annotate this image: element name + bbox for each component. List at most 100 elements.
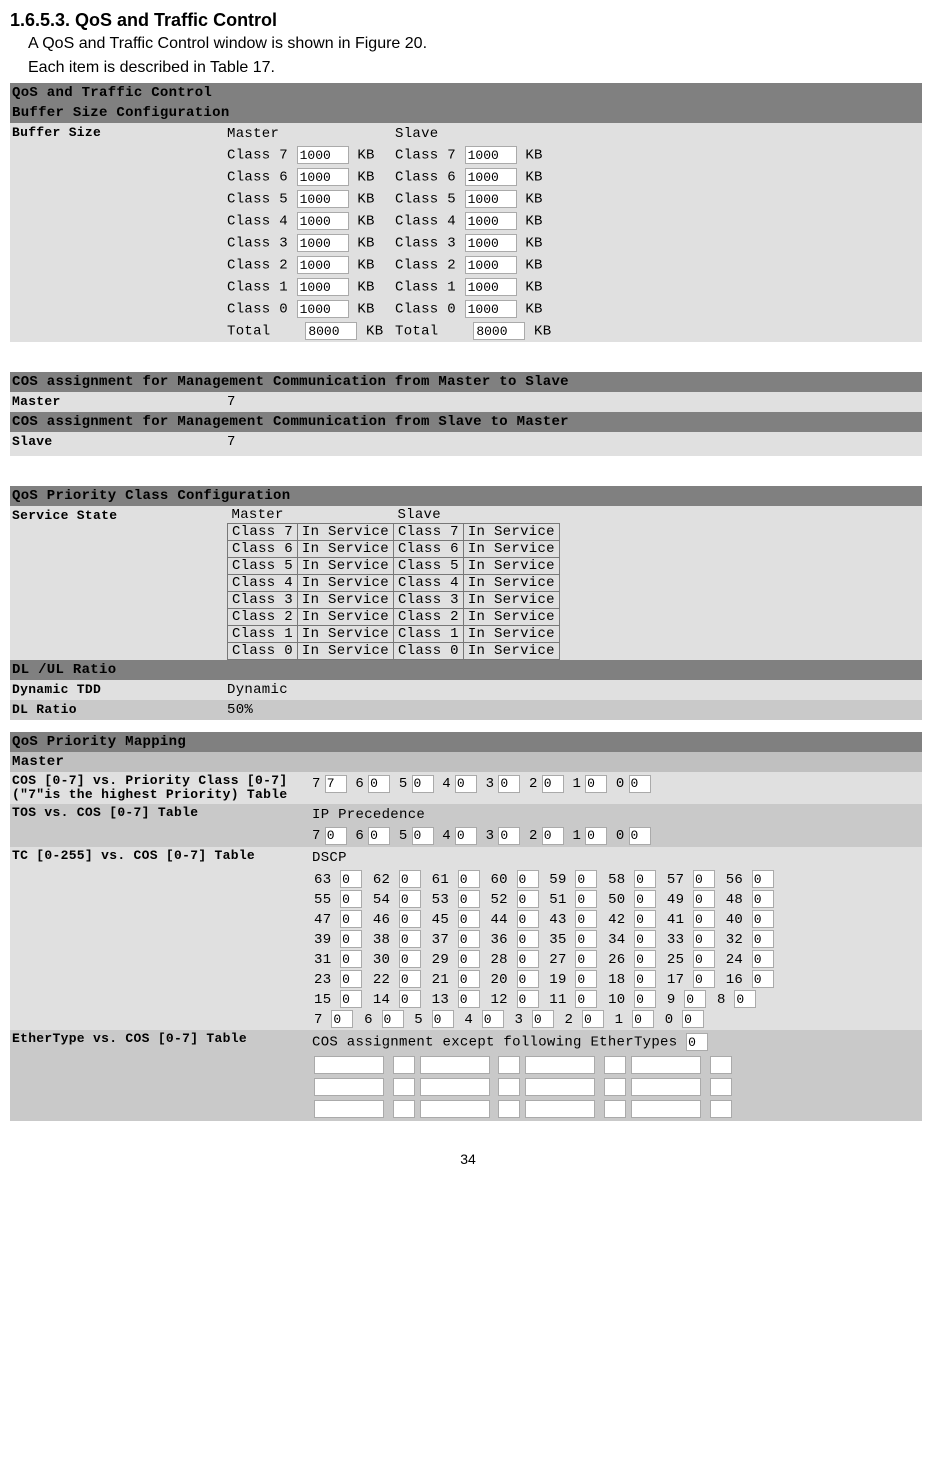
ethertype-hex-0-2[interactable] — [525, 1056, 595, 1074]
dscp-input-9[interactable] — [684, 990, 706, 1008]
dscp-input-60[interactable] — [517, 870, 539, 888]
dscp-input-58[interactable] — [634, 870, 656, 888]
buffer-master-class-1[interactable] — [297, 278, 349, 296]
dscp-input-28[interactable] — [517, 950, 539, 968]
dscp-input-35[interactable] — [575, 930, 597, 948]
ethertype-hex-2-0[interactable] — [314, 1100, 384, 1118]
dscp-input-15[interactable] — [340, 990, 362, 1008]
dscp-input-56[interactable] — [752, 870, 774, 888]
dscp-input-63[interactable] — [340, 870, 362, 888]
dscp-input-38[interactable] — [399, 930, 421, 948]
buffer-master-class-4[interactable] — [297, 212, 349, 230]
buffer-slave-class-7[interactable] — [465, 146, 517, 164]
dscp-input-45[interactable] — [458, 910, 480, 928]
dscp-input-19[interactable] — [575, 970, 597, 988]
tos-cos-input-0[interactable] — [629, 827, 651, 845]
cos-prio-input-0[interactable] — [629, 775, 651, 793]
buffer-slave-class-4[interactable] — [465, 212, 517, 230]
ethertype-cos-0-0[interactable] — [393, 1056, 415, 1074]
tos-cos-input-2[interactable] — [542, 827, 564, 845]
cos-prio-input-6[interactable] — [368, 775, 390, 793]
dscp-input-46[interactable] — [399, 910, 421, 928]
dscp-input-52[interactable] — [517, 890, 539, 908]
ethertype-hex-2-1[interactable] — [420, 1100, 490, 1118]
ethertype-hex-1-1[interactable] — [420, 1078, 490, 1096]
dscp-input-36[interactable] — [517, 930, 539, 948]
dscp-input-33[interactable] — [693, 930, 715, 948]
ethertype-cos-2-0[interactable] — [393, 1100, 415, 1118]
cos-prio-input-1[interactable] — [585, 775, 607, 793]
dscp-input-20[interactable] — [517, 970, 539, 988]
dscp-input-2[interactable] — [582, 1010, 604, 1028]
ethertype-cos-1-2[interactable] — [604, 1078, 626, 1096]
buffer-master-class-7[interactable] — [297, 146, 349, 164]
ethertype-cos-1-3[interactable] — [710, 1078, 732, 1096]
ethertype-hex-2-3[interactable] — [631, 1100, 701, 1118]
tos-cos-input-3[interactable] — [498, 827, 520, 845]
buffer-slave-class-0[interactable] — [465, 300, 517, 318]
dscp-input-31[interactable] — [340, 950, 362, 968]
ethertype-hex-1-2[interactable] — [525, 1078, 595, 1096]
dscp-input-43[interactable] — [575, 910, 597, 928]
dscp-input-8[interactable] — [734, 990, 756, 1008]
dscp-input-16[interactable] — [752, 970, 774, 988]
ethertype-hex-1-3[interactable] — [631, 1078, 701, 1096]
dscp-input-42[interactable] — [634, 910, 656, 928]
cos-prio-input-5[interactable] — [412, 775, 434, 793]
buffer-slave-class-3[interactable] — [465, 234, 517, 252]
ethertype-cos-1-0[interactable] — [393, 1078, 415, 1096]
dscp-input-55[interactable] — [340, 890, 362, 908]
ethertype-hex-1-0[interactable] — [314, 1078, 384, 1096]
ethertype-cos-0-2[interactable] — [604, 1056, 626, 1074]
dscp-input-25[interactable] — [693, 950, 715, 968]
ethertype-cos-1-1[interactable] — [498, 1078, 520, 1096]
dscp-input-5[interactable] — [432, 1010, 454, 1028]
dscp-input-21[interactable] — [458, 970, 480, 988]
tos-cos-input-5[interactable] — [412, 827, 434, 845]
dscp-input-7[interactable] — [331, 1010, 353, 1028]
dscp-input-14[interactable] — [399, 990, 421, 1008]
dscp-input-3[interactable] — [532, 1010, 554, 1028]
dscp-input-12[interactable] — [517, 990, 539, 1008]
cos-prio-input-3[interactable] — [498, 775, 520, 793]
dscp-input-57[interactable] — [693, 870, 715, 888]
ethertype-default-value[interactable] — [686, 1033, 708, 1051]
ethertype-hex-2-2[interactable] — [525, 1100, 595, 1118]
dscp-input-23[interactable] — [340, 970, 362, 988]
buffer-master-class-3[interactable] — [297, 234, 349, 252]
ethertype-cos-0-3[interactable] — [710, 1056, 732, 1074]
dscp-input-59[interactable] — [575, 870, 597, 888]
dscp-input-29[interactable] — [458, 950, 480, 968]
dscp-input-32[interactable] — [752, 930, 774, 948]
dscp-input-4[interactable] — [482, 1010, 504, 1028]
dscp-input-37[interactable] — [458, 930, 480, 948]
ethertype-cos-2-2[interactable] — [604, 1100, 626, 1118]
buffer-master-class-0[interactable] — [297, 300, 349, 318]
buffer-master-class-2[interactable] — [297, 256, 349, 274]
dscp-input-0[interactable] — [682, 1010, 704, 1028]
dscp-input-47[interactable] — [340, 910, 362, 928]
dscp-input-61[interactable] — [458, 870, 480, 888]
dscp-input-11[interactable] — [575, 990, 597, 1008]
ethertype-hex-0-1[interactable] — [420, 1056, 490, 1074]
dscp-input-34[interactable] — [634, 930, 656, 948]
dscp-input-50[interactable] — [634, 890, 656, 908]
dscp-input-48[interactable] — [752, 890, 774, 908]
cos-prio-input-4[interactable] — [455, 775, 477, 793]
dscp-input-44[interactable] — [517, 910, 539, 928]
dscp-input-13[interactable] — [458, 990, 480, 1008]
tos-cos-input-4[interactable] — [455, 827, 477, 845]
tos-cos-input-1[interactable] — [585, 827, 607, 845]
dscp-input-17[interactable] — [693, 970, 715, 988]
dscp-input-53[interactable] — [458, 890, 480, 908]
dscp-input-54[interactable] — [399, 890, 421, 908]
buffer-master-class-5[interactable] — [297, 190, 349, 208]
dscp-input-22[interactable] — [399, 970, 421, 988]
buffer-slave-class-5[interactable] — [465, 190, 517, 208]
cos-prio-input-7[interactable] — [325, 775, 347, 793]
buffer-master-class-6[interactable] — [297, 168, 349, 186]
dscp-input-26[interactable] — [634, 950, 656, 968]
dscp-input-18[interactable] — [634, 970, 656, 988]
dscp-input-6[interactable] — [382, 1010, 404, 1028]
ethertype-hex-0-0[interactable] — [314, 1056, 384, 1074]
